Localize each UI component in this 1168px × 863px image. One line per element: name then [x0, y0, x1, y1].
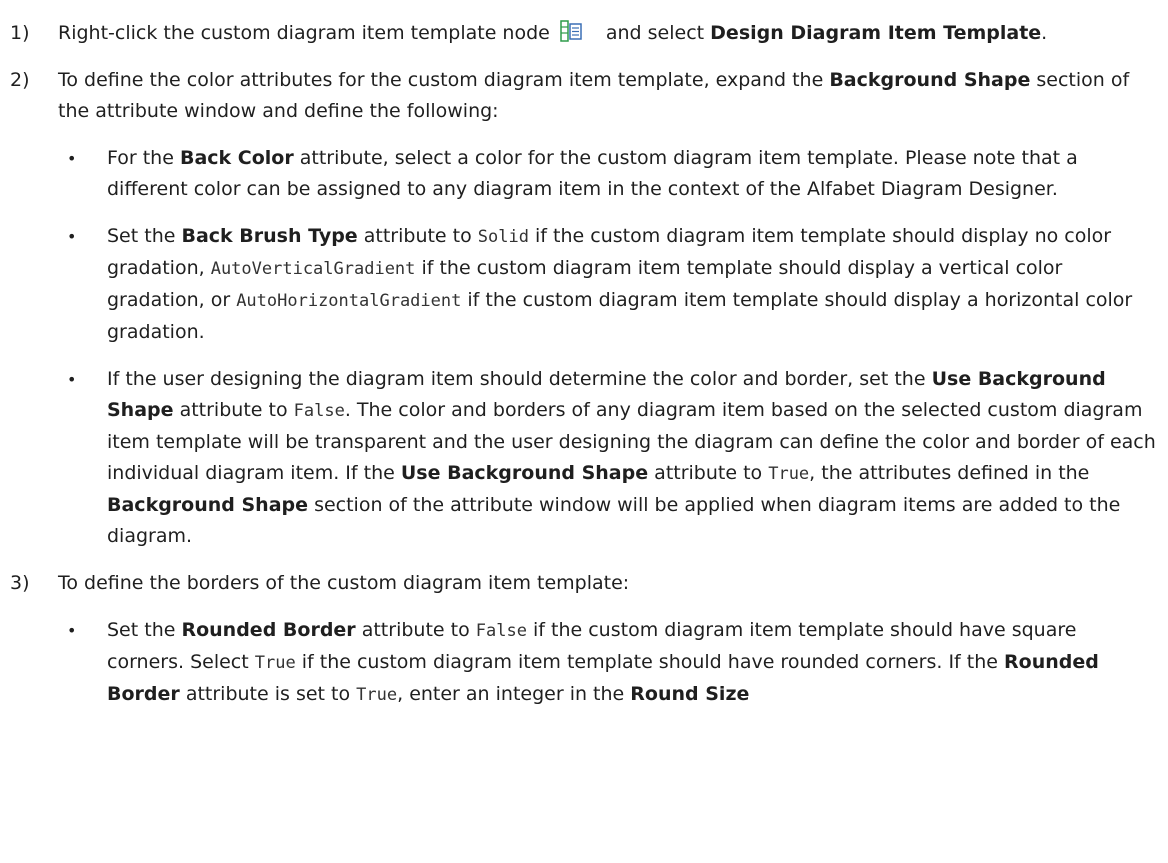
- attribute-value: AutoHorizontalGradient: [236, 291, 462, 311]
- bullet-back-color: • For the Back Color attribute, select a…: [0, 143, 1168, 205]
- bullet-text: attribute to: [654, 462, 763, 484]
- attribute-value: Solid: [477, 227, 529, 247]
- section-name: Background Shape: [107, 494, 309, 516]
- bullet-use-background-shape: • If the user designing the diagram item…: [0, 364, 1168, 552]
- bullet-text: If the user designing the diagram item s…: [107, 368, 926, 390]
- attribute-name: Back Brush Type: [181, 225, 358, 247]
- step-2: 2) To define the color attributes for th…: [0, 65, 1168, 127]
- attribute-name: Use Background Shape: [400, 462, 649, 484]
- bullet-back-brush-type: • Set the Back Brush Type attribute to S…: [0, 221, 1168, 348]
- attribute-name: Round Size: [630, 683, 750, 705]
- bullet-text: For the: [107, 147, 174, 169]
- attribute-value: True: [768, 464, 810, 484]
- menu-command-name: Design Diagram Item Template: [710, 22, 1042, 44]
- step-3: 3) To define the borders of the custom d…: [0, 568, 1168, 599]
- bullet-text: , enter an integer in the: [397, 683, 625, 705]
- bullet-text: if the custom diagram item template shou…: [301, 651, 998, 673]
- document-body: 1) Right-click the custom diagram item t…: [0, 18, 1168, 727]
- step-text: .: [1041, 22, 1048, 44]
- bullet-text: , the attributes defined in the: [809, 462, 1090, 484]
- step-text: Right-click the custom diagram item temp…: [58, 22, 550, 44]
- step-number: 1): [10, 22, 30, 44]
- bullet-text: attribute to: [363, 225, 472, 247]
- step-number: 3): [10, 572, 30, 594]
- bullet-text: attribute to: [361, 619, 470, 641]
- bullet-point: •: [67, 621, 77, 640]
- bullet-text: Set the: [107, 225, 176, 247]
- bullet-point: •: [67, 370, 77, 389]
- step-text: To define the color attributes for the c…: [58, 69, 824, 91]
- attribute-name: Back Color: [179, 147, 294, 169]
- attribute-value: AutoVerticalGradient: [210, 259, 416, 279]
- bullet-point: •: [67, 149, 77, 168]
- bullet-text: attribute is set to: [185, 683, 351, 705]
- bullet-text: attribute to: [179, 399, 288, 421]
- diagram-template-node-icon: [560, 20, 582, 42]
- attribute-value: False: [293, 401, 345, 421]
- section-name: Background Shape: [829, 69, 1031, 91]
- attribute-value: False: [475, 621, 527, 641]
- step-number: 2): [10, 69, 30, 91]
- attribute-value: True: [254, 653, 296, 673]
- bullet-rounded-border: • Set the Rounded Border attribute to Fa…: [0, 615, 1168, 711]
- bullet-point: •: [67, 227, 77, 246]
- bullet-text: Set the: [107, 619, 176, 641]
- attribute-name: Rounded Border: [181, 619, 356, 641]
- attribute-value: True: [356, 685, 398, 705]
- step-text: To define the borders of the custom diag…: [58, 572, 630, 594]
- step-text: and select: [605, 22, 705, 44]
- step-1: 1) Right-click the custom diagram item t…: [0, 18, 1168, 49]
